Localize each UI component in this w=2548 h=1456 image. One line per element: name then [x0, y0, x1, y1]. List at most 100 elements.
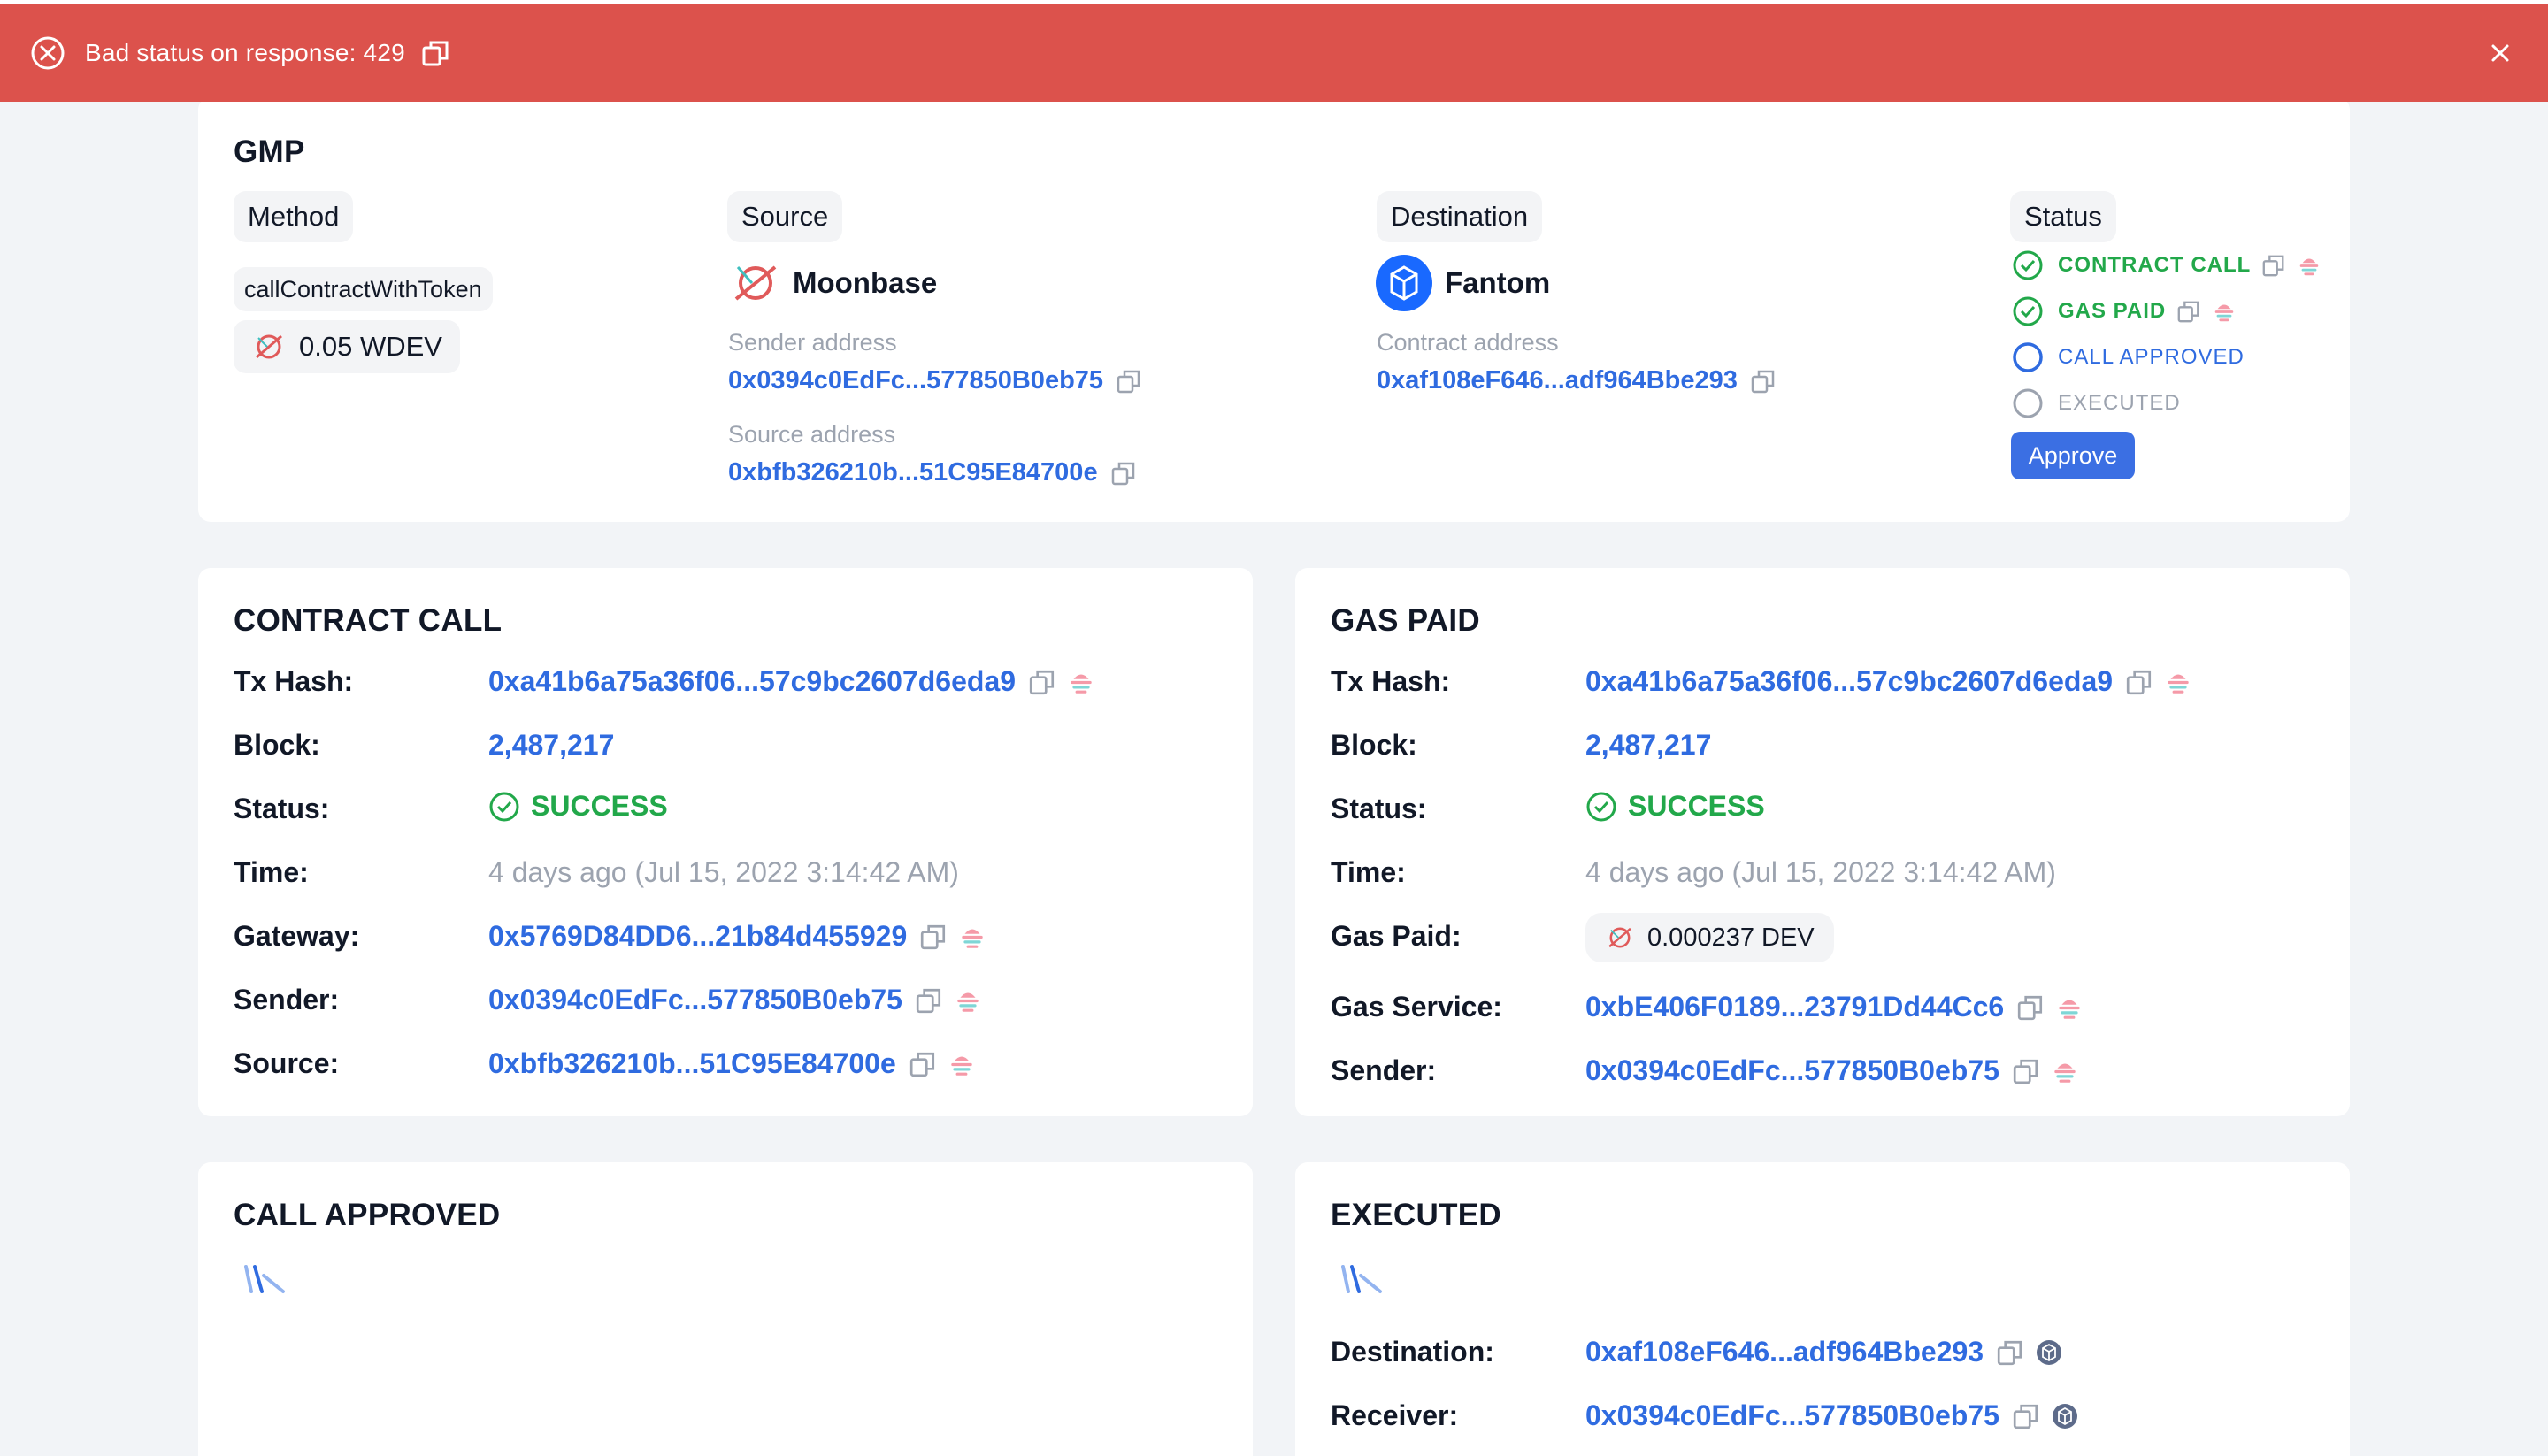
time-value: 4 days ago (Jul 15, 2022 3:14:42 AM) [488, 856, 959, 888]
gateway-link[interactable]: 0x5769D84DD6...21b84d455929 [488, 920, 986, 953]
sender-value[interactable]: 0x0394c0EdFc...577850B0eb75 [488, 984, 902, 1016]
method-name: callContractWithToken [234, 267, 493, 311]
method-amount-value: 0.05 WDEV [299, 331, 442, 362]
fantom-explorer-icon[interactable] [2035, 1338, 2063, 1367]
gas-tx-hash-label: Tx Hash: [1331, 665, 1451, 697]
gas-paid-amount: 0.000237 DEV [1585, 913, 1834, 962]
status-step-executed: EXECUTED [2012, 387, 2181, 419]
gas-tx-hash-value[interactable]: 0xa41b6a75a36f06...57c9bc2607d6eda9 [1585, 665, 2113, 698]
close-icon[interactable] [2483, 35, 2518, 71]
copy-icon[interactable] [2261, 253, 2286, 278]
sender-address-link[interactable]: 0x0394c0EdFc...577850B0eb75 [728, 366, 1142, 395]
status-step-label: GAS PAID [2058, 299, 2167, 323]
source-value[interactable]: 0xbfb326210b...51C95E84700e [488, 1047, 896, 1080]
destination-link[interactable]: 0xaf108eF646...adf964Bbe293 [1585, 1336, 2063, 1368]
explorer-icon[interactable] [2164, 668, 2192, 696]
copy-icon[interactable] [2012, 1402, 2040, 1430]
source-address-link[interactable]: 0xbfb326210b...51C95E84700e [728, 458, 1137, 487]
copy-icon[interactable] [1028, 668, 1056, 696]
method-header: Method [234, 191, 354, 242]
gas-service-label: Gas Service: [1331, 991, 1502, 1023]
moonbase-logo-icon [734, 265, 777, 301]
tx-hash-label: Tx Hash: [234, 665, 354, 697]
tx-hash-link[interactable]: 0xa41b6a75a36f06...57c9bc2607d6eda9 [488, 665, 1095, 698]
explorer-icon[interactable] [2055, 993, 2084, 1022]
copy-icon[interactable] [2012, 1057, 2040, 1085]
gas-status-value: SUCCESS [1585, 790, 1765, 823]
gas-block-label: Block: [1331, 729, 1417, 761]
check-circle-icon [489, 792, 519, 821]
explorer-icon[interactable] [954, 986, 982, 1015]
contract-address-link[interactable]: 0xaf108eF646...adf964Bbe293 [1377, 366, 1777, 395]
sender-label: Sender: [234, 984, 340, 1015]
empty-circle-icon [2013, 388, 2043, 418]
status-value: SUCCESS [488, 790, 668, 823]
status-step-call-approved: CALL APPROVED [2012, 341, 2245, 373]
copy-icon[interactable] [915, 986, 943, 1015]
status-header: Status [2010, 191, 2116, 242]
destination-chain-name: Fantom [1445, 266, 1551, 299]
approve-button[interactable]: Approve [2011, 432, 2135, 479]
check-circle-icon [2013, 250, 2043, 280]
contract-address-value[interactable]: 0xaf108eF646...adf964Bbe293 [1377, 366, 1738, 395]
fantom-logo-icon [1376, 255, 1432, 311]
copy-icon[interactable] [1116, 368, 1142, 395]
gas-service-value[interactable]: 0xbE406F0189...23791Dd44Cc6 [1585, 991, 2004, 1023]
explorer-icon[interactable] [948, 1050, 976, 1078]
source-link[interactable]: 0xbfb326210b...51C95E84700e [488, 1047, 976, 1080]
source-header: Source [727, 191, 843, 242]
error-circle-icon [31, 36, 65, 70]
copy-icon[interactable] [2176, 299, 2201, 324]
source-address-label: Source address [728, 421, 896, 448]
source-chain-name: Moonbase [793, 266, 938, 299]
sender-address-label: Sender address [728, 329, 897, 356]
fantom-explorer-icon[interactable] [2051, 1402, 2079, 1430]
source-chain[interactable]: Moonbase [731, 258, 937, 308]
gas-paid-amount-value: 0.000237 DEV [1647, 923, 1815, 952]
destination-header: Destination [1377, 191, 1543, 242]
copy-icon[interactable] [421, 38, 451, 68]
gas-sender-value[interactable]: 0x0394c0EdFc...577850B0eb75 [1585, 1054, 1999, 1087]
block-link[interactable]: 2,487,217 [488, 729, 614, 762]
copy-icon[interactable] [1996, 1338, 2024, 1367]
copy-icon[interactable] [909, 1050, 937, 1078]
destination-chain[interactable]: Fantom [1376, 255, 1550, 311]
contract-address-label: Contract address [1377, 329, 1559, 356]
contract-call-card [198, 568, 1253, 1116]
check-circle-icon [1586, 792, 1616, 821]
executed-title: EXECUTED [1331, 1198, 1501, 1232]
receiver-value[interactable]: 0x0394c0EdFc...577850B0eb75 [1585, 1399, 1999, 1432]
moonbase-logo-icon [256, 334, 282, 359]
copy-icon[interactable] [919, 923, 948, 951]
status-label: Status: [234, 793, 330, 824]
sender-address-value[interactable]: 0x0394c0EdFc...577850B0eb75 [728, 366, 1103, 395]
gas-sender-link[interactable]: 0x0394c0EdFc...577850B0eb75 [1585, 1054, 2079, 1087]
destination-value[interactable]: 0xaf108eF646...adf964Bbe293 [1585, 1336, 1984, 1368]
explorer-icon[interactable] [2212, 299, 2237, 324]
copy-icon[interactable] [2016, 993, 2045, 1022]
error-banner: Bad status on response: 429 [0, 4, 2548, 102]
explorer-icon[interactable] [2051, 1057, 2079, 1085]
receiver-link[interactable]: 0x0394c0EdFc...577850B0eb75 [1585, 1399, 2079, 1432]
tx-hash-value[interactable]: 0xa41b6a75a36f06...57c9bc2607d6eda9 [488, 665, 1016, 698]
copy-icon[interactable] [2125, 668, 2153, 696]
status-text: SUCCESS [531, 790, 668, 822]
gas-tx-hash-link[interactable]: 0xa41b6a75a36f06...57c9bc2607d6eda9 [1585, 665, 2192, 698]
gmp-title: GMP [234, 134, 305, 169]
copy-icon[interactable] [1750, 368, 1777, 395]
explorer-icon[interactable] [958, 923, 986, 951]
sender-link[interactable]: 0x0394c0EdFc...577850B0eb75 [488, 984, 982, 1016]
copy-icon[interactable] [1110, 460, 1137, 487]
explorer-icon[interactable] [1067, 668, 1095, 696]
gateway-value[interactable]: 0x5769D84DD6...21b84d455929 [488, 920, 907, 953]
gas-service-link[interactable]: 0xbE406F0189...23791Dd44Cc6 [1585, 991, 2084, 1023]
gas-block-link[interactable]: 2,487,217 [1585, 729, 1711, 762]
status-step-label: EXECUTED [2058, 391, 2181, 415]
call-approved-title: CALL APPROVED [234, 1198, 501, 1232]
loading-icon [244, 1265, 285, 1293]
explorer-icon[interactable] [2297, 253, 2322, 278]
destination-label: Destination: [1331, 1336, 1494, 1368]
gas-time-value: 4 days ago (Jul 15, 2022 3:14:42 AM) [1585, 856, 2056, 888]
source-label: Source: [234, 1047, 340, 1079]
source-address-value[interactable]: 0xbfb326210b...51C95E84700e [728, 458, 1098, 487]
